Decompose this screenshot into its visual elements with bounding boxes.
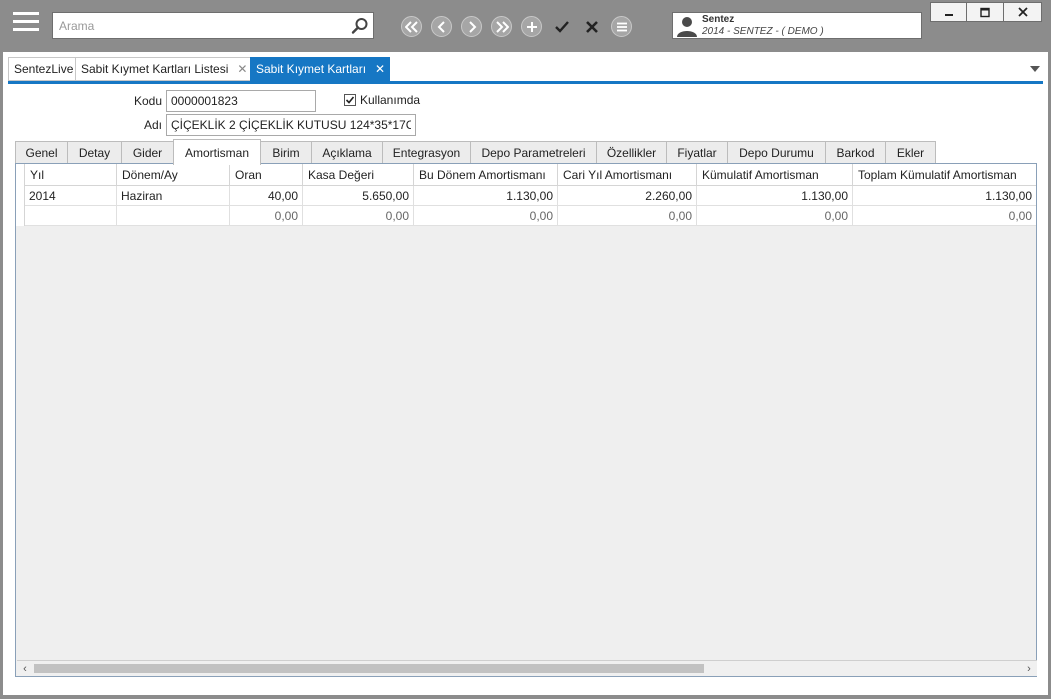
asset-card-form: Kodu Kullanımda Adı Genel Detay Gider Am… (8, 84, 1043, 689)
row-indicator (16, 164, 25, 186)
name-label: Adı (143, 118, 162, 132)
tab-label: Depo Durumu (739, 146, 814, 160)
table-row[interactable]: 0,00 0,00 0,00 0,00 0,00 0,00 (16, 206, 1036, 226)
menu-icon[interactable] (611, 16, 632, 37)
tab-label: Entegrasyon (392, 146, 461, 160)
tab-amortisman[interactable]: Amortisman (173, 139, 261, 165)
close-icon[interactable]: ✕ (375, 62, 385, 76)
cell-cumulative-depreciation[interactable]: 0,00 (697, 206, 853, 226)
search-box[interactable] (52, 12, 374, 39)
cell-period-depreciation[interactable]: 0,00 (414, 206, 558, 226)
checkbox-check-icon[interactable] (344, 94, 356, 106)
minimize-icon[interactable] (930, 2, 967, 22)
column-header[interactable]: Toplam Kümulatif Amortisman (853, 164, 1036, 186)
tab-sabit-kiymet-listesi[interactable]: Sabit Kıymet Kartları Listesi ✕ (75, 57, 251, 81)
cell-current-year-depreciation[interactable]: 0,00 (558, 206, 697, 226)
cell-total-cumulative-depreciation[interactable]: 1.130,00 (853, 186, 1036, 206)
tab-label: Barkod (836, 146, 875, 160)
tab-genel[interactable]: Genel (15, 141, 68, 164)
cell-current-year-depreciation[interactable]: 2.260,00 (558, 186, 697, 206)
tab-entegrasyon[interactable]: Entegrasyon (382, 141, 471, 164)
last-record-icon[interactable] (491, 16, 512, 37)
tab-depo-durumu[interactable]: Depo Durumu (727, 141, 826, 164)
tab-label: Gider (132, 146, 163, 160)
cell-year[interactable]: 2014 (25, 186, 117, 206)
user-info[interactable]: Sentez 2014 - SENTEZ - ( DEMO ) (672, 12, 922, 39)
hamburger-icon[interactable] (13, 12, 39, 36)
search-input[interactable] (59, 17, 339, 35)
column-header[interactable]: Yıl (25, 164, 117, 186)
row-indicator (16, 186, 25, 206)
cancel-icon[interactable] (581, 16, 602, 37)
content-window: SentezLive Sabit Kıymet Kartları Listesi… (3, 52, 1048, 695)
column-header[interactable]: Kümulatif Amortisman (697, 164, 853, 186)
tab-label: Depo Parametreleri (481, 146, 586, 160)
tab-sabit-kiymet-kartlari[interactable]: Sabit Kıymet Kartları ✕ (250, 57, 390, 81)
chevron-down-icon[interactable] (1030, 66, 1040, 72)
tab-barkod[interactable]: Barkod (825, 141, 886, 164)
tab-label: Sabit Kıymet Kartları (256, 62, 367, 76)
tab-label: SentezLive (14, 62, 74, 76)
tab-ekler[interactable]: Ekler (885, 141, 936, 164)
tab-label: Genel (25, 146, 58, 160)
tab-label: Ekler (896, 146, 925, 160)
tab-label: Fiyatlar (677, 146, 717, 160)
tab-depo-parametreleri[interactable]: Depo Parametreleri (470, 141, 597, 164)
user-avatar-icon (676, 15, 698, 37)
check-icon[interactable] (551, 16, 572, 37)
column-header[interactable]: Cari Yıl Amortismanı (558, 164, 697, 186)
column-header[interactable]: Dönem/Ay (117, 164, 230, 186)
tab-detay[interactable]: Detay (67, 141, 122, 164)
close-icon[interactable] (1004, 2, 1042, 22)
table-row[interactable]: 2014 Haziran 40,00 5.650,00 1.130,00 2.2… (16, 186, 1036, 206)
cell-book-value[interactable]: 5.650,00 (303, 186, 414, 206)
code-label: Kodu (133, 94, 162, 108)
tab-label: Sabit Kıymet Kartları Listesi (81, 62, 229, 76)
tab-label: Amortisman (184, 145, 249, 160)
column-header[interactable]: Kasa Değeri (303, 164, 414, 186)
first-record-icon[interactable] (401, 16, 422, 37)
tab-fiyatlar[interactable]: Fiyatlar (666, 141, 728, 164)
scroll-right-icon[interactable]: › (1021, 661, 1037, 676)
scroll-left-icon[interactable]: ‹ (17, 661, 33, 676)
tab-sentezlive[interactable]: SentezLive (8, 57, 76, 81)
cell-total-cumulative-depreciation[interactable]: 0,00 (853, 206, 1036, 226)
cell-year[interactable] (25, 206, 117, 226)
previous-record-icon[interactable] (431, 16, 452, 37)
in-use-checkbox[interactable]: Kullanımda (344, 93, 420, 107)
cell-cumulative-depreciation[interactable]: 1.130,00 (697, 186, 853, 206)
next-record-icon[interactable] (461, 16, 482, 37)
cell-period[interactable]: Haziran (117, 186, 230, 206)
tab-gider[interactable]: Gider (121, 141, 174, 164)
cell-rate[interactable]: 0,00 (230, 206, 303, 226)
name-field[interactable] (166, 114, 416, 136)
search-icon[interactable] (350, 16, 370, 36)
column-header[interactable]: Oran (230, 164, 303, 186)
tab-label: Detay (78, 146, 111, 160)
close-icon[interactable]: ✕ (237, 62, 247, 76)
cell-period[interactable] (117, 206, 230, 226)
tab-ozellikler[interactable]: Özellikler (596, 141, 667, 164)
add-icon[interactable] (521, 16, 542, 37)
cell-book-value[interactable]: 0,00 (303, 206, 414, 226)
horizontal-scrollbar[interactable]: ‹ › (17, 660, 1037, 676)
tab-birim[interactable]: Birim (260, 141, 312, 164)
grid-header: Yıl Dönem/Ay Oran Kasa Değeri Bu Dönem A… (16, 164, 1036, 186)
cell-period-depreciation[interactable]: 1.130,00 (414, 186, 558, 206)
tab-label: Özellikler (606, 146, 657, 160)
amortization-grid: Yıl Dönem/Ay Oran Kasa Değeri Bu Dönem A… (15, 163, 1037, 677)
user-name: Sentez (702, 14, 735, 25)
top-toolbar: Sentez 2014 - SENTEZ - ( DEMO ) (0, 0, 1051, 52)
tab-label: Açıklama (322, 146, 372, 160)
maximize-icon[interactable] (967, 2, 1004, 22)
tab-label: Birim (272, 146, 300, 160)
cell-rate[interactable]: 40,00 (230, 186, 303, 206)
in-use-label: Kullanımda (360, 93, 421, 107)
tab-aciklama[interactable]: Açıklama (311, 141, 383, 164)
user-company: 2014 - SENTEZ - ( DEMO ) (702, 26, 824, 37)
column-header[interactable]: Bu Dönem Amortismanı (414, 164, 558, 186)
row-indicator (16, 206, 25, 226)
code-field[interactable] (166, 90, 316, 112)
scrollbar-thumb[interactable] (34, 664, 704, 673)
